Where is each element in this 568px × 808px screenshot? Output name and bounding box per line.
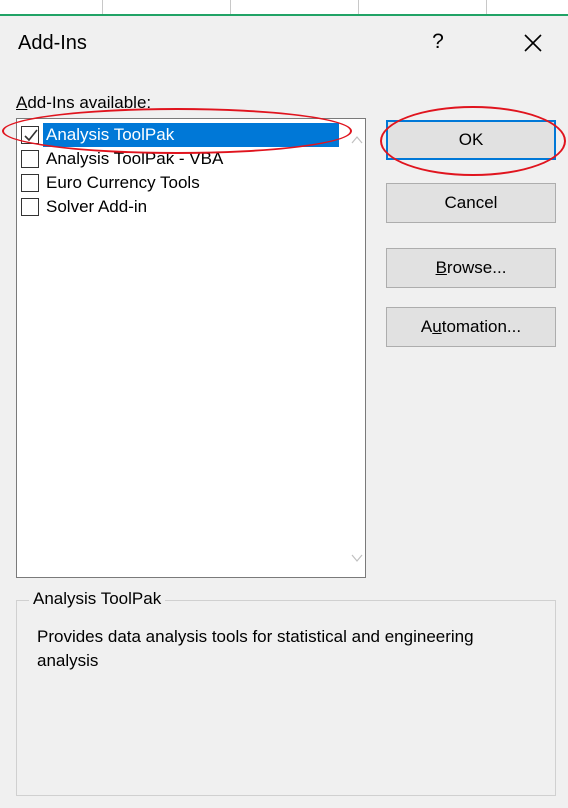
grid-line	[486, 0, 487, 14]
description-heading: Analysis ToolPak	[29, 589, 166, 609]
scroll-up-arrow-icon[interactable]	[350, 133, 364, 147]
scroll-down-arrow-icon[interactable]	[350, 551, 364, 565]
ok-button[interactable]: OK	[386, 120, 556, 160]
cancel-button[interactable]: Cancel	[386, 183, 556, 223]
checkmark-icon	[24, 129, 38, 142]
help-button[interactable]: ?	[424, 28, 452, 56]
checkbox-solver-addin[interactable]	[21, 198, 39, 216]
grid-line	[230, 0, 231, 14]
close-icon[interactable]	[520, 30, 546, 56]
list-item-label: Analysis ToolPak	[43, 123, 339, 147]
grid-line	[102, 0, 103, 14]
description-text: Provides data analysis tools for statist…	[37, 627, 474, 670]
list-item-euro-currency-tools[interactable]: Euro Currency Tools	[19, 171, 339, 195]
background-spreadsheet-strip	[0, 0, 568, 16]
addins-available-label: Add-Ins available:	[16, 93, 152, 112]
browse-button[interactable]: Browse...	[386, 248, 556, 288]
addins-listbox[interactable]: Analysis ToolPak Analysis ToolPak - VBA …	[16, 118, 366, 578]
list-item-analysis-toolpak[interactable]: Analysis ToolPak	[19, 123, 339, 147]
grid-line	[358, 0, 359, 14]
list-item-solver-addin[interactable]: Solver Add-in	[19, 195, 339, 219]
checkbox-analysis-toolpak-vba[interactable]	[21, 150, 39, 168]
list-item-label: Analysis ToolPak - VBA	[46, 149, 224, 168]
list-item-label: Euro Currency Tools	[46, 173, 200, 192]
list-item-label: Solver Add-in	[46, 197, 148, 216]
automation-button[interactable]: Automation...	[386, 307, 556, 347]
list-item-analysis-toolpak-vba[interactable]: Analysis ToolPak - VBA	[19, 147, 339, 171]
checkbox-analysis-toolpak[interactable]	[21, 126, 39, 144]
checkbox-euro-currency-tools[interactable]	[21, 174, 39, 192]
dialog-title: Add-Ins	[18, 32, 87, 54]
description-group: Analysis ToolPak Provides data analysis …	[16, 589, 556, 796]
